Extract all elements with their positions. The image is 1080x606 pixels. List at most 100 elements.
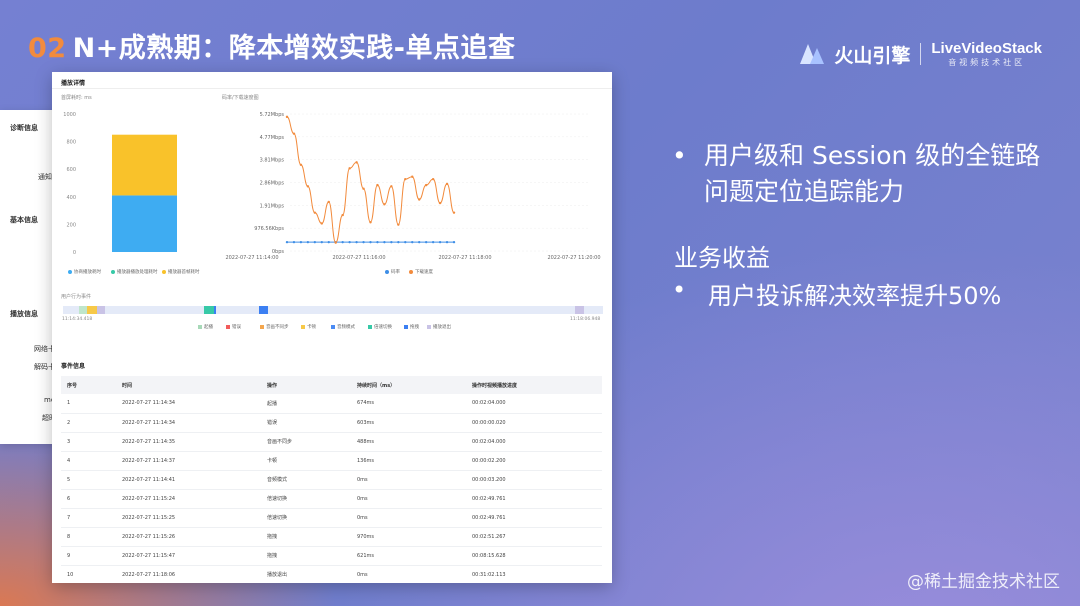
table-cell: 5 xyxy=(61,470,116,490)
table-row: 10 2022-07-27 11:18:06 播放退出 0ms 00:31:02.113 xyxy=(61,565,602,583)
data-point[interactable] xyxy=(376,240,379,244)
side-item: 基本信息 xyxy=(10,216,38,224)
bar-segment[interactable] xyxy=(112,195,177,252)
y-tick-label: 2.86Mbps xyxy=(260,181,285,187)
data-point[interactable] xyxy=(411,240,414,244)
slide-number: 02 xyxy=(28,33,67,64)
behavior-legend-item: 卡顿 xyxy=(301,324,316,330)
table-row: 9 2022-07-27 11:15:47 拖拽 621ms 00:08:15.628 xyxy=(61,546,602,566)
data-point[interactable] xyxy=(424,183,428,187)
data-point[interactable] xyxy=(452,211,456,214)
y-tick-label: 200 xyxy=(66,222,76,228)
data-point[interactable] xyxy=(424,240,428,244)
timeline-segment[interactable] xyxy=(214,306,216,314)
legend-square xyxy=(404,325,408,329)
benefit-text: 用户投诉解决效率提升50% xyxy=(708,282,1002,310)
data-point[interactable] xyxy=(306,185,310,188)
data-point[interactable] xyxy=(299,163,303,166)
timeline-segment[interactable] xyxy=(87,306,97,314)
data-point[interactable] xyxy=(452,240,456,244)
data-point[interactable] xyxy=(438,240,442,244)
data-point[interactable] xyxy=(306,240,310,244)
legend-dot xyxy=(385,270,389,274)
y-tick-label: 1000 xyxy=(63,112,76,118)
data-point[interactable] xyxy=(320,222,323,225)
data-point[interactable] xyxy=(376,183,379,187)
data-point[interactable] xyxy=(445,182,449,186)
data-point[interactable] xyxy=(362,240,365,244)
x-tick-label: 2022-07-27 11:18:00 xyxy=(438,255,491,261)
data-point[interactable] xyxy=(397,240,400,244)
data-point[interactable] xyxy=(445,240,449,244)
bullet-dot-icon: • xyxy=(672,141,687,170)
data-point[interactable] xyxy=(404,177,407,181)
y-tick-label: 800 xyxy=(66,140,76,146)
data-point[interactable] xyxy=(313,240,317,244)
data-point[interactable] xyxy=(404,240,407,244)
bar-segment[interactable] xyxy=(112,134,177,196)
data-point[interactable] xyxy=(299,240,303,244)
data-point[interactable] xyxy=(313,211,317,214)
table-cell: 0ms xyxy=(351,508,466,528)
panel-divider xyxy=(52,88,612,89)
behavior-legend-item: 音画不同步 xyxy=(260,324,289,330)
y-tick-label: 400 xyxy=(66,195,76,201)
data-point[interactable] xyxy=(327,200,330,204)
playback-detail-panel: 播放详情 首屏耗时: ms 码率/下载速度图 1000 800 600 400 200 0… xyxy=(52,72,612,583)
data-point[interactable] xyxy=(431,240,435,244)
legend-label: 倍速切换 xyxy=(374,325,392,330)
slide-title-text: N+成熟期：降本增效实践-单点追查 xyxy=(72,33,516,64)
timeline-segment[interactable] xyxy=(259,306,268,314)
legend-label: 错误 xyxy=(232,325,241,330)
table-cell: 音频模式 xyxy=(261,470,351,490)
data-point[interactable] xyxy=(369,221,372,224)
table-cell: 00:02:04.000 xyxy=(466,394,602,414)
timeline-segment[interactable] xyxy=(204,306,214,314)
data-point[interactable] xyxy=(438,201,442,205)
data-point[interactable] xyxy=(418,240,421,244)
data-point[interactable] xyxy=(334,241,337,244)
table-cell: 倍速切换 xyxy=(261,489,351,509)
table-cell: 4 xyxy=(61,451,116,471)
table-cell: 2022-07-27 11:15:26 xyxy=(116,527,261,547)
table-cell: 970ms xyxy=(351,527,466,547)
data-point[interactable] xyxy=(348,240,351,244)
table-cell: 8 xyxy=(61,527,116,547)
data-point[interactable] xyxy=(397,223,400,226)
timeline-segment[interactable] xyxy=(79,306,87,314)
data-point[interactable] xyxy=(362,187,365,190)
data-point[interactable] xyxy=(390,185,393,188)
data-point[interactable] xyxy=(431,177,435,181)
timeline-segment[interactable] xyxy=(97,306,105,314)
table-cell: 9 xyxy=(61,546,116,566)
data-point[interactable] xyxy=(292,240,296,244)
behavior-timeline[interactable] xyxy=(63,306,603,314)
table-cell: 10 xyxy=(61,565,116,583)
data-point[interactable] xyxy=(355,161,358,164)
data-point[interactable] xyxy=(355,240,358,244)
table-row: 4 2022-07-27 11:14:37 卡顿 136ms 00:00:02.200 xyxy=(61,451,602,471)
table-cell: 603ms xyxy=(351,413,466,433)
data-point[interactable] xyxy=(369,240,372,244)
data-point[interactable] xyxy=(320,240,323,244)
data-point[interactable] xyxy=(418,198,421,201)
table-cell: 00:00:00.020 xyxy=(466,413,602,433)
data-point[interactable] xyxy=(285,240,289,244)
data-point[interactable] xyxy=(411,175,414,178)
table-row: 7 2022-07-27 11:15:25 倍速切换 0ms 00:02:49.761 xyxy=(61,508,602,528)
data-point[interactable] xyxy=(383,240,386,244)
data-point[interactable] xyxy=(285,115,289,119)
table-row: 5 2022-07-27 11:14:41 音频模式 0ms 00:00:03.200 xyxy=(61,470,602,490)
timeline-segment[interactable] xyxy=(575,306,584,314)
data-point[interactable] xyxy=(327,240,330,244)
data-point[interactable] xyxy=(390,240,393,244)
data-point[interactable] xyxy=(348,167,351,170)
table-cell: 2022-07-27 11:14:37 xyxy=(116,451,261,471)
data-point[interactable] xyxy=(341,213,344,217)
data-point[interactable] xyxy=(383,203,386,206)
table-cell: 2022-07-27 11:14:34 xyxy=(116,394,261,414)
series-line xyxy=(286,116,455,244)
data-point[interactable] xyxy=(341,240,344,244)
legend-label: 播放器播放处理耗时 xyxy=(117,270,158,275)
data-point[interactable] xyxy=(292,132,296,135)
